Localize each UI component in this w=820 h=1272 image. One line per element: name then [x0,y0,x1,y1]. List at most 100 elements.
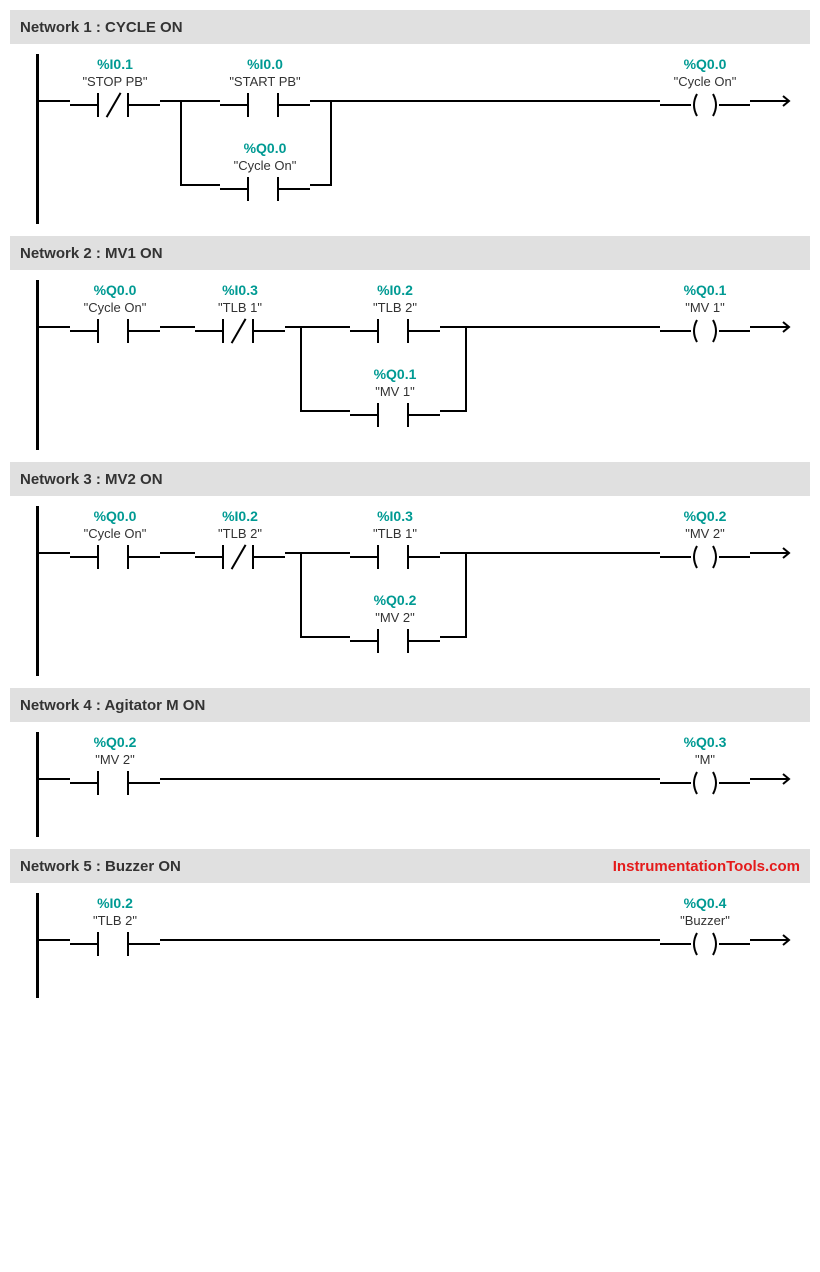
ladder-element: %Q0.1 "MV 1" [660,282,750,343]
label-text: "TLB 1" [195,300,285,315]
wire [38,939,70,941]
contact-normally-open-icon [220,177,310,201]
network-1: Network 1 : CYCLE ON %I0.1 "STOP PB" %I0… [10,10,810,224]
network-header: Network 4 : Agitator M ON [10,688,810,722]
wire [38,100,70,102]
wire [465,552,467,636]
label-text: "TLB 2" [70,913,160,928]
address-text: %I0.3 [350,508,440,524]
label-text: "Cycle On" [220,158,310,173]
wire [38,778,70,780]
contact-normally-open-icon [350,629,440,653]
label-text: "TLB 2" [195,526,285,541]
wire [38,552,70,554]
network-3: Network 3 : MV2 ON %Q0.0 "Cycle On" %I0.… [10,462,810,676]
left-rail [36,280,39,450]
network-header: Network 5 : Buzzer ON InstrumentationToo… [10,849,810,883]
address-text: %Q0.0 [660,56,750,72]
arrow-right-icon [765,320,795,334]
address-text: %I0.2 [70,895,160,911]
address-text: %Q0.2 [350,592,440,608]
ladder-element: %Q0.2 "MV 2" [660,508,750,569]
contact-normally-open-icon [350,403,440,427]
wire [465,326,467,410]
ladder-element: %I0.3 "TLB 1" [350,508,440,569]
wire [300,326,302,410]
address-text: %Q0.2 [70,734,160,750]
address-text: %Q0.2 [660,508,750,524]
ladder-element: %Q0.0 "Cycle On" [660,56,750,117]
left-rail [36,506,39,676]
ladder-element: %I0.2 "TLB 2" [195,508,285,569]
wire [310,100,660,102]
wire [440,636,467,638]
network-header: Network 1 : CYCLE ON [10,10,810,44]
wire [330,100,332,184]
wire [160,939,660,941]
address-text: %I0.0 [220,56,310,72]
address-text: %Q0.0 [70,508,160,524]
ladder-element: %I0.1 "STOP PB" [70,56,160,117]
address-text: %I0.2 [195,508,285,524]
network-header: Network 3 : MV2 ON [10,462,810,496]
wire [285,326,350,328]
wire [440,552,660,554]
contact-normally-closed-icon [195,545,285,569]
arrow-right-icon [765,933,795,947]
ladder-element: %I0.2 "TLB 2" [70,895,160,956]
arrow-right-icon [765,546,795,560]
label-text: "TLB 1" [350,526,440,541]
coil-icon [660,319,750,343]
left-rail [36,732,39,837]
contact-normally-closed-icon [195,319,285,343]
wire [160,100,220,102]
network-5: Network 5 : Buzzer ON InstrumentationToo… [10,849,810,998]
address-text: %Q0.0 [70,282,160,298]
network-2: Network 2 : MV1 ON %Q0.0 "Cycle On" %I0.… [10,236,810,450]
address-text: %Q0.1 [660,282,750,298]
address-text: %Q0.1 [350,366,440,382]
ladder-area: %Q0.0 "Cycle On" %I0.2 "TLB 2" %I0.3 "TL… [10,496,810,676]
watermark: InstrumentationTools.com [613,858,800,875]
network-4: Network 4 : Agitator M ON %Q0.2 "MV 2" %… [10,688,810,837]
ladder-element: %Q0.0 "Cycle On" [70,282,160,343]
ladder-area: %I0.1 "STOP PB" %I0.0 "START PB" %Q0.0 "… [10,44,810,224]
label-text: "M" [660,752,750,767]
wire [285,552,350,554]
wire [180,184,220,186]
ladder-area: %Q0.2 "MV 2" %Q0.3 "M" [10,722,810,837]
label-text: "Buzzer" [660,913,750,928]
contact-normally-open-icon [350,545,440,569]
ladder-area: %Q0.0 "Cycle On" %I0.3 "TLB 1" %I0.2 "TL… [10,270,810,450]
label-text: "MV 2" [350,610,440,625]
address-text: %Q0.4 [660,895,750,911]
left-rail [36,54,39,224]
contact-normally-open-icon [70,545,160,569]
label-text: "STOP PB" [70,74,160,89]
contact-normally-open-icon [220,93,310,117]
wire [160,552,195,554]
ladder-element: %Q0.3 "M" [660,734,750,795]
wire [300,410,350,412]
contact-normally-open-icon [350,319,440,343]
label-text: "Cycle On" [660,74,750,89]
network-title: Network 3 : MV2 ON [20,471,163,488]
wire [160,778,660,780]
address-text: %I0.1 [70,56,160,72]
network-title: Network 4 : Agitator M ON [20,697,205,714]
coil-icon [660,771,750,795]
ladder-element: %I0.0 "START PB" [220,56,310,117]
wire [38,326,70,328]
ladder-element: %Q0.2 "MV 2" [70,734,160,795]
label-text: "Cycle On" [70,300,160,315]
ladder-element-branch: %Q0.1 "MV 1" [350,366,440,427]
coil-icon [660,93,750,117]
ladder-element-branch: %Q0.0 "Cycle On" [220,140,310,201]
wire [300,552,302,636]
ladder-element: %I0.2 "TLB 2" [350,282,440,343]
address-text: %Q0.3 [660,734,750,750]
wire [180,100,182,184]
network-title: Network 1 : CYCLE ON [20,19,183,36]
address-text: %I0.3 [195,282,285,298]
left-rail [36,893,39,998]
